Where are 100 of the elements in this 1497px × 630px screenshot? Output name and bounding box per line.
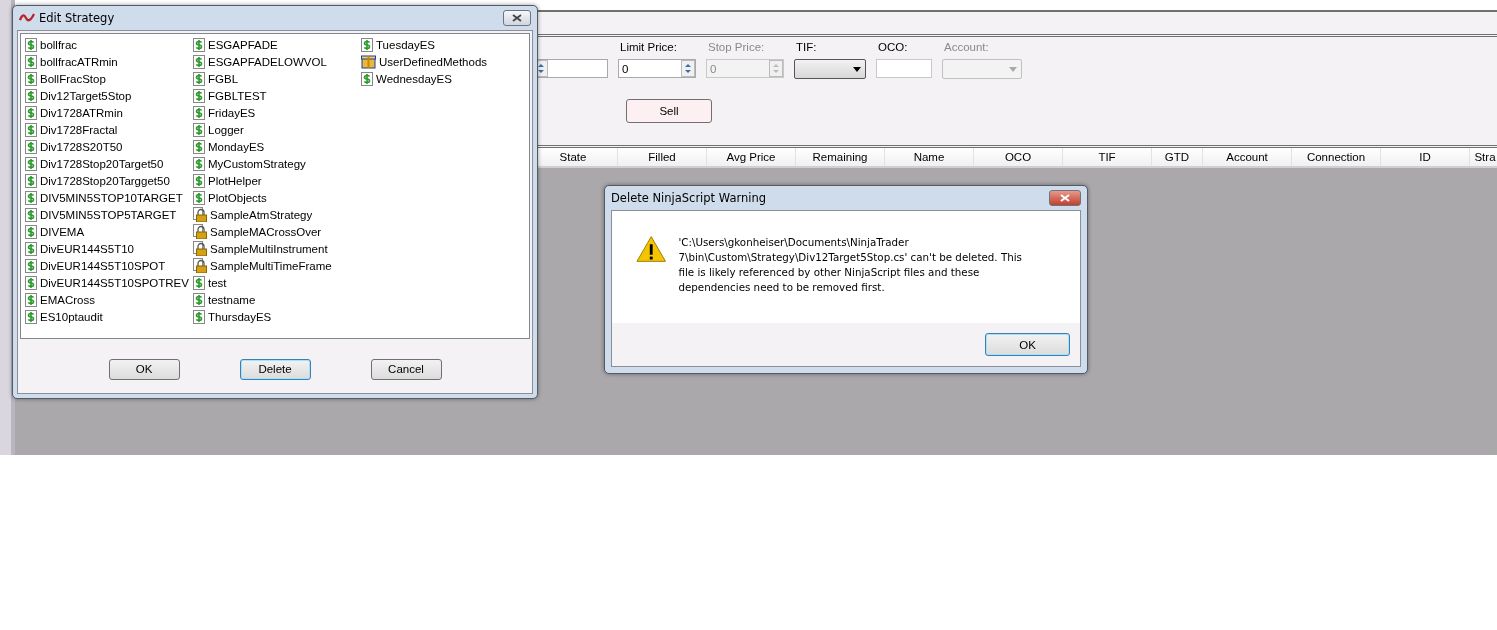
strategy-item[interactable]: TuesdayES [376, 38, 436, 51]
column-header[interactable]: Remaining [795, 148, 884, 166]
dialog-button[interactable]: OK [108, 358, 180, 380]
script-dollar-icon [25, 207, 37, 222]
script-lock-icon [193, 224, 207, 239]
strategy-item[interactable]: Div1728S20T50 [40, 140, 123, 153]
column-header[interactable]: ID [1380, 148, 1469, 166]
field-label: Limit Price: [619, 41, 678, 55]
script-dollar-icon [25, 224, 37, 239]
script-dollar-icon [25, 258, 37, 273]
field-label: Stop Price: [707, 41, 766, 55]
strategy-item[interactable]: FGBL [208, 72, 239, 85]
strategy-item[interactable]: MyCustomStrategy [208, 157, 306, 170]
strategy-item[interactable]: DivEUR144S5T10SPOTREV [40, 276, 189, 289]
strategy-item[interactable]: Div1728Stop20Targget50 [40, 174, 170, 187]
strategy-item[interactable]: FridayES [208, 106, 256, 119]
column-header[interactable]: GTD [1151, 148, 1202, 166]
strategy-item[interactable]: DIV5MIN5STOP10TARGET [40, 191, 183, 204]
script-lock-icon [193, 207, 207, 222]
close-icon [1060, 194, 1070, 202]
strategy-item[interactable]: Div1728ATRmin [40, 106, 123, 119]
field-label: TIF: [795, 41, 818, 55]
strategy-item[interactable]: testname [208, 293, 256, 306]
script-dollar-icon [193, 37, 205, 52]
script-dollar-icon [193, 54, 205, 69]
text-field[interactable] [876, 59, 932, 78]
strategy-item[interactable]: MondayES [208, 140, 265, 153]
field-label: Account: [943, 41, 990, 55]
spin-field[interactable]: 0 [618, 59, 696, 78]
strategy-item[interactable]: SampleMultiInstrument [210, 242, 328, 255]
dialog-title: Edit Strategy [39, 11, 116, 25]
column-header[interactable]: Connection [1291, 148, 1380, 166]
script-dollar-icon [193, 122, 205, 137]
script-dollar-icon [193, 292, 205, 307]
sell-button[interactable]: Sell [626, 99, 712, 123]
strategy-item[interactable]: PlotHelper [208, 174, 262, 187]
column-header[interactable]: TIF [1062, 148, 1151, 166]
strategy-item[interactable]: DIVEMA [40, 225, 85, 238]
strategy-item[interactable]: Logger [208, 123, 244, 136]
script-dollar-icon [193, 309, 205, 324]
script-dollar-icon [25, 122, 37, 137]
strategy-item[interactable]: WednesdayES [376, 72, 452, 85]
script-dollar-icon [193, 88, 205, 103]
dropdown[interactable] [794, 59, 866, 79]
strategy-item[interactable]: EMACross [40, 293, 95, 306]
script-dollar-icon [25, 309, 37, 324]
ok-button[interactable]: OK [985, 333, 1070, 356]
dialog-button[interactable]: Delete [239, 358, 311, 380]
strategy-item[interactable]: DivEUR144S5T10SPOT [40, 259, 166, 272]
strategy-item[interactable]: test [208, 276, 227, 289]
script-dollar-icon [193, 71, 205, 86]
spin-arrows-icon[interactable] [681, 60, 695, 77]
warning-message: 'C:\Users\gkonheiser\Documents\NinjaTrader 7\bin\Custom\Strategy\Div12Target5Stop.cs' can't be deleted. This file is likely referenced by other NinjaScript files and these dependencies need to be removed first. [678, 235, 1023, 295]
script-dollar-icon [25, 139, 37, 154]
strategy-item[interactable]: SampleMACrossOver [210, 225, 322, 238]
warning-icon [636, 235, 667, 263]
column-header[interactable]: Filled [617, 148, 706, 166]
script-dollar-icon [25, 173, 37, 188]
strategy-item[interactable]: Div1728Stop20Target50 [40, 157, 164, 170]
column-header[interactable]: OCO [973, 148, 1062, 166]
dialog-button[interactable]: Cancel [370, 358, 442, 380]
script-dollar-icon [25, 292, 37, 307]
strategy-item[interactable]: SampleMultiTimeFrame [210, 259, 332, 272]
gift-box-icon [361, 54, 376, 69]
script-dollar-icon [25, 71, 37, 86]
strategy-item[interactable]: Div1728Fractal [40, 123, 118, 136]
script-dollar-icon [25, 37, 37, 52]
strategy-item[interactable]: ES10ptaudit [40, 310, 103, 323]
close-button[interactable] [1049, 190, 1081, 206]
column-header[interactable]: Stra [1469, 148, 1497, 166]
script-dollar-icon [193, 105, 205, 120]
script-dollar-icon [193, 275, 205, 290]
script-dollar-icon [25, 156, 37, 171]
column-header[interactable]: Name [884, 148, 973, 166]
script-dollar-icon [361, 71, 373, 86]
strategy-item[interactable]: DIV5MIN5STOP5TARGET [40, 208, 177, 221]
strategy-item[interactable]: BollFracStop [40, 72, 106, 85]
strategy-item[interactable]: ESGAPFADE [208, 38, 278, 51]
strategy-item[interactable]: PlotObjects [208, 191, 267, 204]
strategy-item[interactable]: bollfrac [40, 38, 78, 51]
strategy-item[interactable]: bollfracATRmin [40, 55, 118, 68]
strategy-item[interactable]: FGBLTEST [208, 89, 267, 102]
script-dollar-icon [193, 173, 205, 188]
strategy-item[interactable]: ThursdayES [208, 310, 272, 323]
column-header[interactable]: Account [1202, 148, 1291, 166]
script-dollar-icon [25, 241, 37, 256]
script-dollar-icon [25, 54, 37, 69]
strategy-item[interactable]: Div12Target5Stop [40, 89, 132, 102]
strategy-item[interactable]: ESGAPFADELOWVOL [208, 55, 327, 68]
strategy-item[interactable]: SampleAtmStrategy [210, 208, 313, 221]
script-lock-icon [193, 241, 207, 256]
strategy-item[interactable]: UserDefinedMethods [379, 55, 488, 68]
strategy-item[interactable]: DivEUR144S5T10 [40, 242, 134, 255]
script-dollar-icon [193, 139, 205, 154]
field-label: OCO: [877, 41, 909, 55]
dialog-title: Delete NinjaScript Warning [611, 191, 768, 205]
column-header[interactable]: Avg Price [706, 148, 795, 166]
caret-icon [853, 66, 861, 72]
close-button[interactable] [503, 10, 531, 26]
script-dollar-icon [25, 190, 37, 205]
